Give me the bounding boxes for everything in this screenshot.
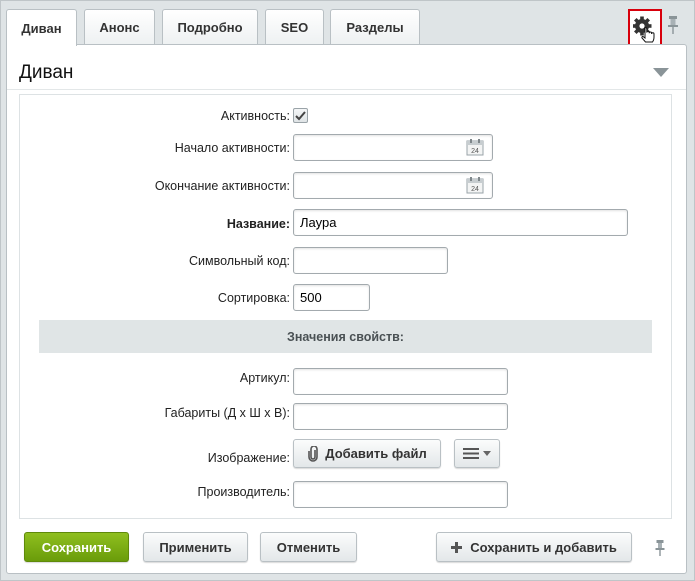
name-label: Название:: [226, 217, 290, 231]
tab-details[interactable]: Подробно: [162, 9, 258, 44]
save-label: Сохранить: [41, 539, 112, 555]
svg-text:24: 24: [471, 148, 479, 155]
content-panel: Диван Активность: Начало активности: 24 …: [6, 44, 687, 574]
start-date-label: Начало активности:: [174, 141, 290, 155]
manufacturer-input[interactable]: [293, 481, 508, 508]
add-file-label: Добавить файл: [325, 446, 427, 461]
end-date-input[interactable]: [293, 172, 493, 199]
apply-label: Применить: [159, 539, 232, 555]
pin-icon[interactable]: [665, 15, 681, 35]
tab-label: Подробно: [177, 19, 243, 35]
menu-dropdown-button[interactable]: [454, 439, 500, 468]
article-input[interactable]: [293, 368, 508, 395]
apply-button[interactable]: Применить: [143, 532, 248, 562]
sort-label: Сортировка:: [217, 291, 290, 305]
article-label: Артикул:: [239, 371, 290, 385]
name-input[interactable]: [293, 209, 628, 236]
save-button[interactable]: Сохранить: [24, 532, 129, 562]
tab-label: Разделы: [346, 19, 404, 35]
start-date-input[interactable]: [293, 134, 493, 161]
checkmark-icon: [295, 110, 306, 120]
end-date-label: Окончание активности:: [154, 179, 290, 193]
code-input[interactable]: [293, 247, 448, 274]
properties-section-header: Значения свойств:: [39, 320, 652, 353]
tab-divan[interactable]: Диван: [6, 9, 77, 46]
tab-label: Диван: [21, 20, 62, 36]
triangle-down-icon[interactable]: [653, 68, 669, 78]
tab-label: SEO: [280, 19, 309, 35]
divider: [7, 89, 686, 90]
calendar-icon[interactable]: 24: [466, 177, 484, 194]
calendar-icon[interactable]: 24: [466, 139, 484, 156]
cancel-button[interactable]: Отменить: [260, 532, 357, 562]
manufacturer-label: Производитель:: [197, 485, 290, 499]
sort-input[interactable]: [293, 284, 370, 311]
active-label: Активность:: [220, 109, 290, 123]
code-label: Символьный код:: [189, 254, 290, 268]
gear-icon: [633, 16, 655, 42]
dimensions-input[interactable]: [293, 403, 508, 430]
tab-label: Анонс: [99, 19, 140, 35]
save-and-add-label: Сохранить и добавить: [470, 539, 617, 555]
svg-text:24: 24: [471, 186, 479, 193]
menu-icon: [463, 448, 479, 459]
plus-icon: [451, 541, 463, 553]
dimensions-label: Габариты (Д х Ш х В):: [164, 406, 290, 420]
paperclip-icon: [308, 445, 319, 462]
tab-sections[interactable]: Разделы: [330, 9, 420, 44]
chevron-down-icon: [483, 451, 491, 456]
tab-announce[interactable]: Анонс: [84, 9, 155, 44]
tab-seo[interactable]: SEO: [265, 9, 324, 44]
form-area: Активность: Начало активности: 24 Оконча…: [19, 94, 672, 519]
active-checkbox[interactable]: [293, 108, 308, 123]
image-label: Изображение:: [207, 451, 290, 465]
pin-icon[interactable]: [653, 539, 667, 557]
page-title: Диван: [19, 62, 74, 83]
save-and-add-button[interactable]: Сохранить и добавить: [436, 532, 632, 562]
cancel-label: Отменить: [276, 539, 341, 555]
add-file-button[interactable]: Добавить файл: [293, 439, 441, 468]
